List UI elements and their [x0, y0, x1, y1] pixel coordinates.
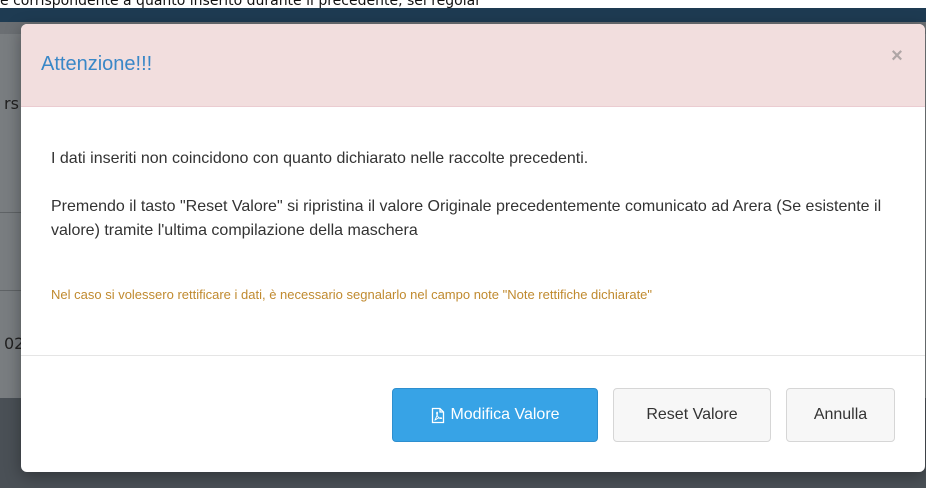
dialog-message-reset-info: Premendo il tasto "Reset Valore" si ripr…	[51, 198, 882, 239]
modify-value-button[interactable]: Modifica Valore	[392, 388, 598, 442]
dialog-title: Attenzione!!!	[41, 53, 153, 75]
reset-value-button[interactable]: Reset Valore	[613, 388, 771, 442]
file-pdf-icon	[432, 407, 445, 423]
dialog-header: Attenzione!!! ×	[21, 24, 925, 107]
dialog-message-mismatch: I dati inseriti non coincidono con quant…	[51, 150, 589, 167]
warning-dialog: Attenzione!!! × I dati inseriti non coin…	[21, 24, 925, 472]
close-button[interactable]: ×	[887, 46, 907, 66]
modify-value-label: Modifica Valore	[450, 406, 560, 423]
dialog-body: I dati inseriti non coincidono con quant…	[21, 107, 925, 357]
cancel-button[interactable]: Annulla	[786, 388, 895, 442]
dialog-footer: Modifica Valore Reset Valore Annulla	[21, 355, 925, 472]
background-fragment: rs	[4, 94, 19, 113]
dialog-note: Nel caso si volessero rettificare i dati…	[51, 287, 653, 302]
background-caption: e corrispondente a quanto inserito duran…	[0, 0, 926, 8]
